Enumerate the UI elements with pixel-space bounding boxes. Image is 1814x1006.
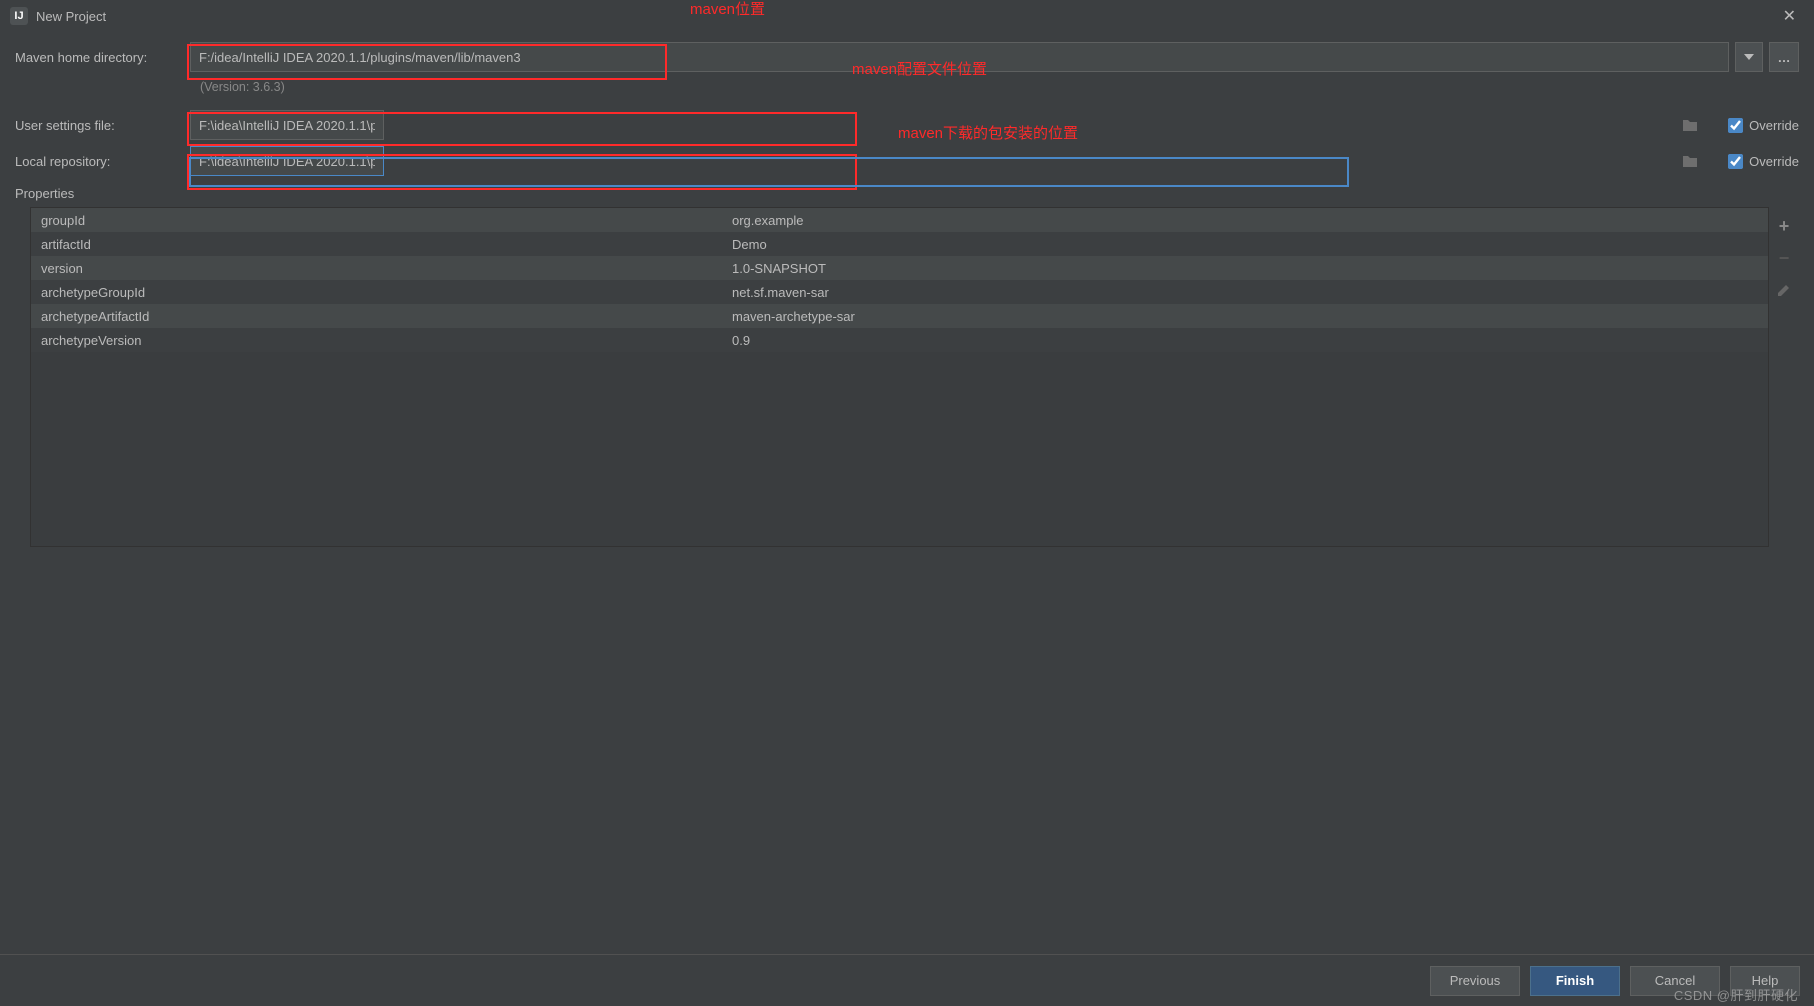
maven-home-browse-button[interactable]: … [1769, 42, 1799, 72]
property-value: org.example [726, 213, 1768, 228]
label-local-repo: Local repository: [15, 154, 190, 169]
local-repo-override-checkbox[interactable] [1728, 154, 1743, 169]
property-value: maven-archetype-sar [726, 309, 1768, 324]
maven-home-input[interactable] [190, 42, 1729, 72]
folder-icon[interactable] [1676, 147, 1704, 175]
chevron-down-icon [1744, 54, 1754, 60]
dialog-footer: Previous Finish Cancel Help [0, 954, 1814, 1006]
property-key: groupId [31, 213, 726, 228]
user-settings-override-checkbox[interactable] [1728, 118, 1743, 133]
properties-table[interactable]: groupIdorg.exampleartifactIdDemoversion1… [30, 207, 1769, 547]
edit-property-button [1773, 279, 1795, 301]
table-row[interactable]: archetypeGroupIdnet.sf.maven-sar [31, 280, 1768, 304]
user-settings-override[interactable]: Override [1728, 118, 1799, 133]
property-value: net.sf.maven-sar [726, 285, 1768, 300]
properties-toolbar: + − [1769, 207, 1799, 547]
property-key: version [31, 261, 726, 276]
table-row[interactable]: artifactIdDemo [31, 232, 1768, 256]
add-property-button[interactable]: + [1773, 215, 1795, 237]
folder-icon[interactable] [1676, 111, 1704, 139]
pencil-icon [1776, 282, 1792, 298]
property-value: Demo [726, 237, 1768, 252]
local-repo-override[interactable]: Override [1728, 154, 1799, 169]
maven-home-dropdown[interactable] [1735, 42, 1763, 72]
override-label: Override [1749, 154, 1799, 169]
window-title: New Project [36, 9, 106, 24]
watermark-text: CSDN @肝到肝硬化 [1674, 985, 1798, 1004]
label-maven-home: Maven home directory: [15, 50, 190, 65]
properties-area: groupIdorg.exampleartifactIdDemoversion1… [15, 207, 1799, 547]
table-row[interactable]: archetypeArtifactIdmaven-archetype-sar [31, 304, 1768, 328]
table-row[interactable]: archetypeVersion0.9 [31, 328, 1768, 352]
property-key: archetypeVersion [31, 333, 726, 348]
property-value: 1.0-SNAPSHOT [726, 261, 1768, 276]
finish-button[interactable]: Finish [1530, 966, 1620, 996]
row-user-settings: User settings file: Override [15, 110, 1799, 140]
dialog-content: maven位置 Maven home directory: … (Version… [0, 32, 1814, 557]
app-icon-text: IJ [14, 10, 23, 22]
row-local-repo: Local repository: Override [15, 146, 1799, 176]
local-repo-input[interactable] [190, 146, 384, 176]
close-icon[interactable]: ✕ [1775, 4, 1804, 28]
maven-version-text: (Version: 3.6.3) [190, 78, 295, 96]
table-row[interactable]: version1.0-SNAPSHOT [31, 256, 1768, 280]
property-value: 0.9 [726, 333, 1768, 348]
row-version: (Version: 3.6.3) [15, 78, 1799, 96]
property-key: archetypeArtifactId [31, 309, 726, 324]
row-maven-home: Maven home directory: … [15, 42, 1799, 72]
table-row[interactable]: groupIdorg.example [31, 208, 1768, 232]
titlebar: IJ New Project ✕ [0, 0, 1814, 32]
app-icon: IJ [10, 7, 28, 25]
label-user-settings: User settings file: [15, 118, 190, 133]
user-settings-input[interactable] [190, 110, 384, 140]
override-label: Override [1749, 118, 1799, 133]
property-key: artifactId [31, 237, 726, 252]
property-key: archetypeGroupId [31, 285, 726, 300]
properties-section-title: Properties [15, 186, 1799, 201]
remove-property-button: − [1773, 247, 1795, 269]
previous-button[interactable]: Previous [1430, 966, 1520, 996]
